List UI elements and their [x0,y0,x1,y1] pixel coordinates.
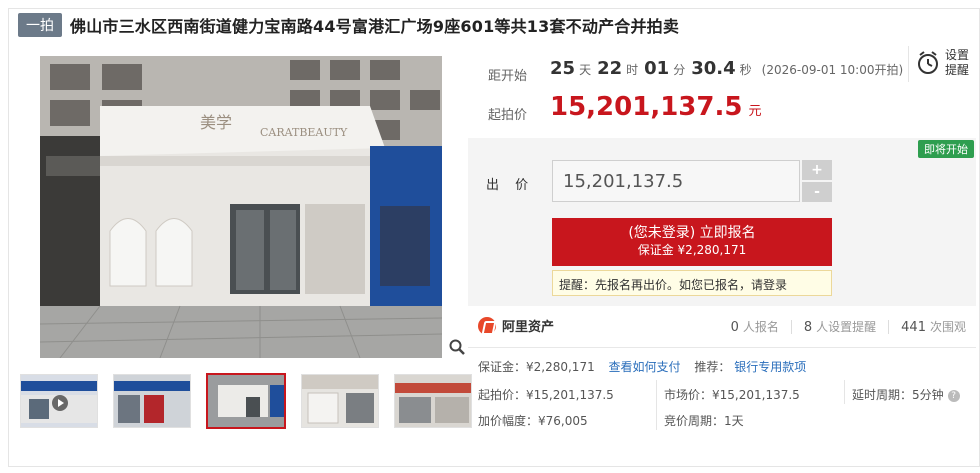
title-row: 一拍 佛山市三水区西南街道健力宝南路44号富港汇广场9座601等共13套不动产合… [18,10,679,40]
thumbnail-image [208,375,284,427]
divider [656,380,657,430]
bid-increment-detail: 加价幅度：¥76,005 [478,414,588,428]
play-icon [52,395,68,411]
signup-deposit-label: 保证金 ¥2,280,171 [637,243,747,257]
countdown-minutes: 01 [644,58,670,79]
reminder-count: 8 [803,320,813,335]
set-reminder-line1: 设置 [945,48,970,62]
deposit-row: 保证金：¥2,280,171 查看如何支付 推荐： 银行专用款项 [478,358,806,375]
help-icon[interactable]: ? [947,389,960,402]
svg-text:CARATBEAUTY: CARATBEAUTY [260,126,348,139]
storefront-photo-image: 美学 CARATBEAUTY [40,56,442,358]
thumbnail-4[interactable] [301,374,379,428]
bank-funds-link[interactable]: 银行专用款项 [734,360,806,374]
recommend-label: 推荐： [694,360,731,374]
signup-count: 0 [730,320,739,335]
page-title: 佛山市三水区西南街道健力宝南路44号富港汇广场9座601等共13套不动产合并拍卖 [70,17,680,36]
svg-text:美学: 美学 [200,113,232,132]
countdown-hours-unit: 时 [626,63,639,77]
login-tip: 提醒：先报名再出价。如您已报名，请登录 [552,270,832,296]
start-price-unit: 元 [748,104,762,119]
thumbnail-strip [20,373,487,429]
set-reminder-label: 设置 提醒 [945,48,975,78]
alarm-clock-icon [918,51,938,74]
seller-stats-row: 阿里资产 0 人报名 8 人设置提醒 441 次围观 [468,306,976,348]
start-price-label: 起拍价 [488,108,528,123]
ali-asset-icon [478,316,496,335]
bid-panel: 即将开始 出 价 15,201,137.5 + - (您未登录) 立即报名 保证… [468,138,976,306]
divider [844,380,845,404]
countdown-seconds: 30.4 [691,58,736,79]
divider [790,319,792,334]
auction-round-badge: 一拍 [18,13,62,37]
delay-period-detail: 延时周期：5分钟 [852,388,944,402]
signup-button[interactable]: (您未登录) 立即报名 保证金 ¥2,280,171 [552,218,832,266]
set-reminder-line2: 提醒 [945,63,970,77]
reminder-count-label: 人设置提醒 [816,320,877,334]
how-to-pay-link[interactable]: 查看如何支付 [609,360,681,374]
signup-count-label: 人报名 [742,320,779,334]
start-price: 15,201,137.5 元 [550,92,761,122]
signup-button-label: (您未登录) 立即报名 [628,225,756,241]
countdown-days: 25 [550,58,576,79]
market-price-detail: 市场价：¥15,201,137.5 [664,388,800,402]
countdown-minutes-unit: 分 [673,63,686,77]
auction-start-time: (2026-09-01 10:00开拍) [761,63,904,77]
thumbnail-3-selected[interactable] [206,373,286,429]
thumbnail-5[interactable] [394,374,472,428]
countdown-days-unit: 天 [579,63,592,77]
start-price-detail: 起拍价：¥15,201,137.5 [478,388,614,402]
start-price-value: 15,201,137.5 [550,92,743,122]
delay-period-row: 延时周期：5分钟? [852,386,960,403]
countdown-hours: 22 [597,58,623,79]
seller-logo[interactable]: 阿里资产 [478,316,554,335]
countdown-timer: 25 天 22 时 01 分 30.4 秒 (2026-09-01 10:00开… [550,58,903,79]
increase-bid-button[interactable]: + [802,160,832,180]
bid-cycle-detail: 竞价周期：1天 [664,414,744,428]
thumbnail-image [395,375,471,427]
zoom-icon[interactable] [448,338,466,356]
bid-stepper: + - [802,160,832,202]
bid-label: 出 价 [486,178,535,193]
deposit-text: 保证金：¥2,280,171 [478,360,595,374]
view-count: 441 [901,320,926,335]
auction-stats: 0 人报名 8 人设置提醒 441 次围观 [731,318,966,335]
view-count-label: 次围观 [929,320,966,334]
auction-info-top: 距开始 25 天 22 时 01 分 30.4 秒 (2026-09-01 10… [468,48,978,138]
divider [888,319,890,334]
thumbnail-image [114,375,190,427]
countdown-seconds-unit: 秒 [739,63,752,77]
countdown-label: 距开始 [488,69,528,84]
bid-amount-input[interactable]: 15,201,137.5 [552,160,800,202]
set-reminder-button[interactable]: 设置 提醒 [908,46,972,82]
thumbnail-2[interactable] [113,374,191,428]
status-badge: 即将开始 [918,140,974,158]
seller-name: 阿里资产 [502,320,555,335]
main-photo[interactable]: 美学 CARATBEAUTY [40,56,442,358]
thumbnail-video[interactable] [20,374,98,428]
thumbnail-image [302,375,378,427]
decrease-bid-button[interactable]: - [802,182,832,202]
